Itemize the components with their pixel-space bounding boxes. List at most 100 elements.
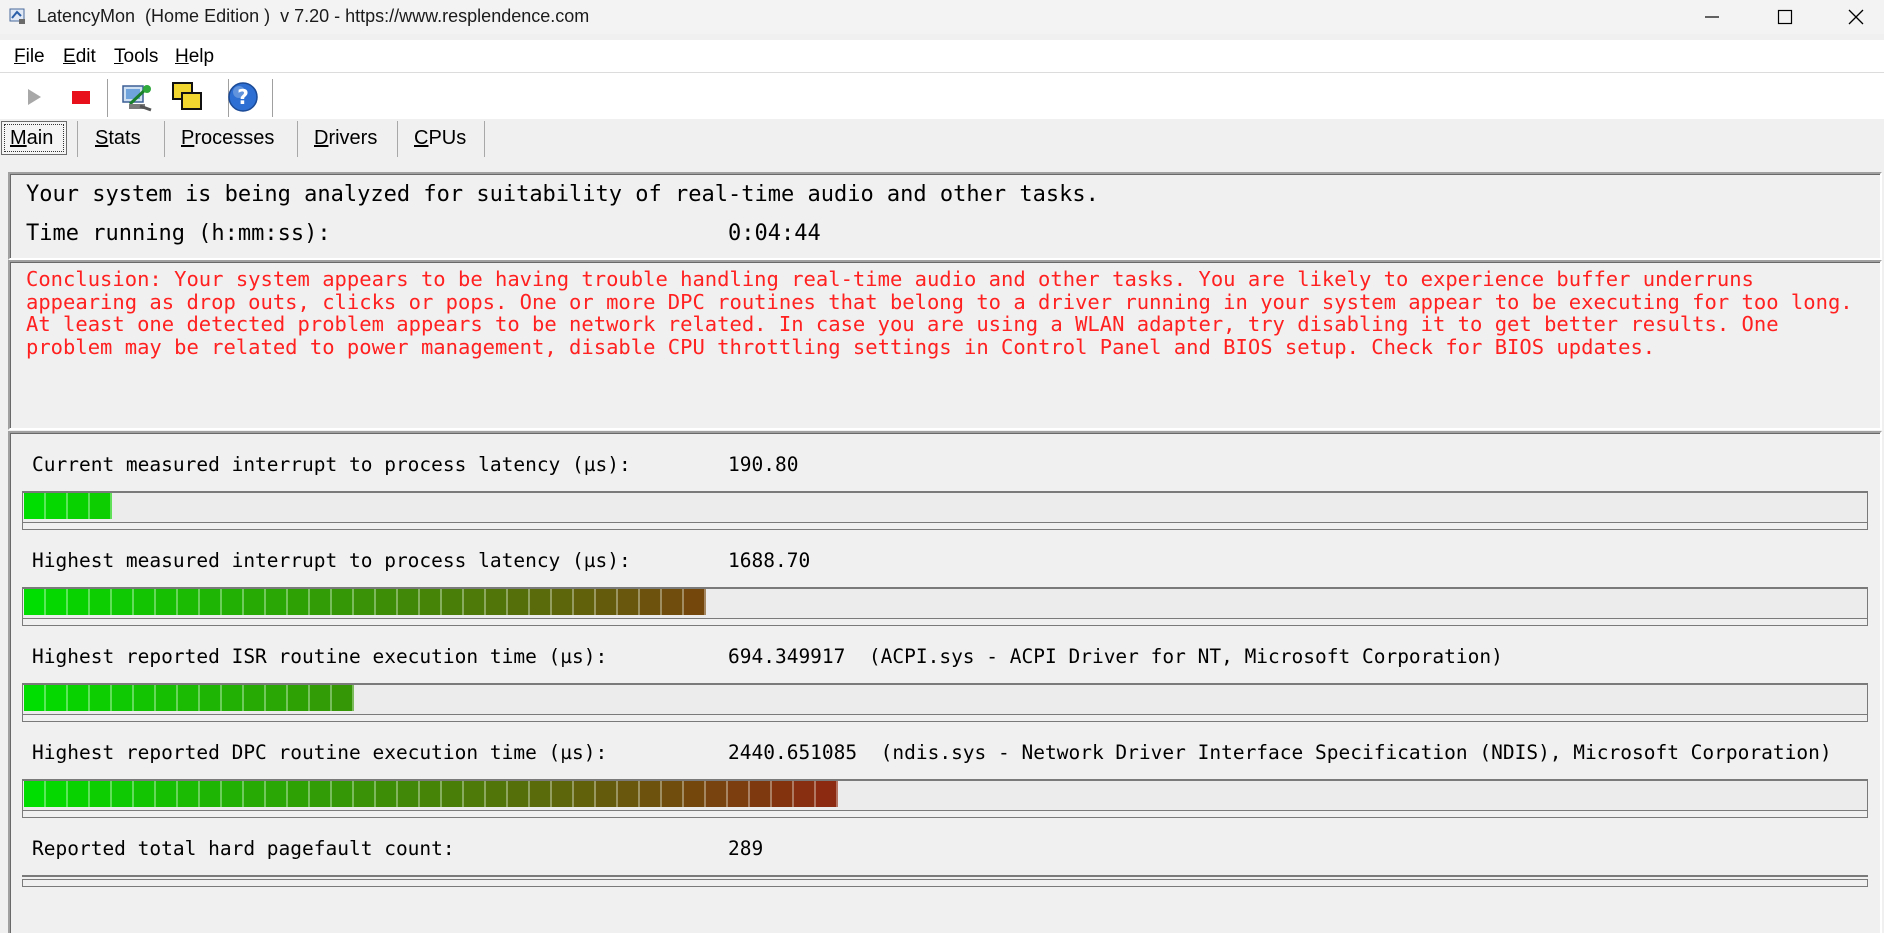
isr-time-meter-fill <box>24 685 354 711</box>
meter-segment <box>244 781 266 807</box>
meter-segment <box>288 781 310 807</box>
tab-separator <box>164 121 165 157</box>
meter-segment <box>508 589 530 615</box>
play-icon <box>28 89 41 105</box>
meter-segment <box>398 781 420 807</box>
meter-segment <box>530 589 552 615</box>
dpc-time-number: 2440.651085 <box>728 741 858 764</box>
meter-segment <box>816 781 838 807</box>
minimize-icon <box>1705 16 1719 18</box>
meter-segment <box>112 685 134 711</box>
meter-segment <box>200 781 222 807</box>
meter-segment <box>68 781 90 807</box>
tab-main[interactable]: Main <box>1 121 67 155</box>
meter-segment <box>266 685 288 711</box>
tab-cpus[interactable]: C PUs <box>414 121 466 155</box>
meter-segment <box>486 781 508 807</box>
menu-edit-accel: E <box>63 46 76 67</box>
tab-processes[interactable]: Processes <box>181 121 274 155</box>
tab-main-accel: M <box>10 126 27 149</box>
tab-drivers[interactable]: Drivers <box>314 121 377 155</box>
maximize-button[interactable] <box>1749 0 1821 34</box>
meter-segment <box>222 781 244 807</box>
meter-segment <box>552 589 574 615</box>
time-running-label: Time running (h:mm:ss): <box>26 221 331 246</box>
isr-time-driver: (ACPI.sys - ACPI Driver for NT, Microsof… <box>868 645 1503 668</box>
tab-processes-label: rocesses <box>194 126 275 149</box>
tab-separator <box>297 121 298 157</box>
isr-time-meter <box>22 683 1868 722</box>
meter-segment <box>464 589 486 615</box>
current-latency-meter-fill <box>24 493 112 519</box>
dpc-time-meter <box>22 779 1868 818</box>
meter-segment <box>46 781 68 807</box>
windows-button[interactable] <box>169 79 205 115</box>
tab-cpus-accel: C <box>414 126 429 149</box>
meter-segment <box>90 685 112 711</box>
toolbar-separator <box>107 79 108 117</box>
meter-segment <box>178 685 200 711</box>
menu-help[interactable]: Help <box>175 46 214 68</box>
meter-segment <box>596 781 618 807</box>
close-icon <box>1848 9 1864 25</box>
meter-base <box>22 810 1868 818</box>
isr-time-label: Highest reported ISR routine execution t… <box>32 645 608 668</box>
meter-segment <box>134 685 156 711</box>
analyze-icon <box>122 85 152 112</box>
tab-cpus-label: PUs <box>428 126 467 149</box>
help-icon: ? <box>228 82 258 112</box>
meter-segment <box>684 781 706 807</box>
meter-segment <box>310 589 332 615</box>
meter-segment <box>442 589 464 615</box>
menu-tools-label: ools <box>123 46 159 67</box>
highest-latency-value: 1688.70 <box>728 549 811 572</box>
meter-base <box>22 879 1868 887</box>
meter-segment <box>178 589 200 615</box>
title-bar: LatencyMon (Home Edition ) v 7.20 - http… <box>0 0 1884 34</box>
dpc-time-label: Highest reported DPC routine execution t… <box>32 741 608 764</box>
stop-button[interactable] <box>63 79 99 115</box>
meter-segment <box>200 685 222 711</box>
meter-segment <box>244 589 266 615</box>
analyze-button[interactable] <box>119 79 155 115</box>
tab-processes-accel: P <box>181 126 195 149</box>
menu-help-label: elp <box>188 46 215 67</box>
close-button[interactable] <box>1820 0 1884 34</box>
menu-bar: File Edit Tools Help <box>0 40 1884 73</box>
meter-segment <box>24 685 46 711</box>
pagefault-meter <box>22 875 1868 887</box>
conclusion-panel: Conclusion: Your system appears to be ha… <box>8 260 1882 430</box>
analyzing-text: Your system is being analyzed for suitab… <box>26 182 1099 207</box>
tab-strip: Main Stats Processes Drivers C PUs <box>0 119 1884 159</box>
meter-segment <box>332 781 354 807</box>
start-button[interactable] <box>16 79 52 115</box>
tab-drivers-accel: D <box>314 126 329 149</box>
tab-stats[interactable]: Stats <box>95 121 141 155</box>
highest-latency-label: Highest measured interrupt to process la… <box>32 549 631 572</box>
menu-help-accel: H <box>175 46 189 67</box>
menu-file[interactable]: File <box>14 46 45 68</box>
meter-segment <box>222 589 244 615</box>
meter-segment <box>90 589 112 615</box>
tab-stats-accel: S <box>95 126 109 149</box>
dpc-time-driver: (ndis.sys - Network Driver Interface Spe… <box>880 741 1832 764</box>
pagefault-count-label: Reported total hard pagefault count: <box>32 837 455 860</box>
meter-segment <box>728 781 750 807</box>
meter-segment <box>662 589 684 615</box>
meter-segment <box>574 781 596 807</box>
meter-segment <box>266 781 288 807</box>
tab-main-label: ain <box>26 126 54 149</box>
menu-tools[interactable]: Tools <box>114 46 158 68</box>
meter-segment <box>442 781 464 807</box>
menu-edit[interactable]: Edit <box>63 46 96 68</box>
meter-base <box>22 618 1868 626</box>
meter-segment <box>552 781 574 807</box>
help-button[interactable]: ? <box>225 79 261 115</box>
meter-segment <box>464 781 486 807</box>
meter-segment <box>706 781 728 807</box>
meter-base <box>22 522 1868 530</box>
meter-segment <box>376 589 398 615</box>
minimize-button[interactable] <box>1676 0 1748 34</box>
meter-segment <box>90 781 112 807</box>
meter-segment <box>156 781 178 807</box>
